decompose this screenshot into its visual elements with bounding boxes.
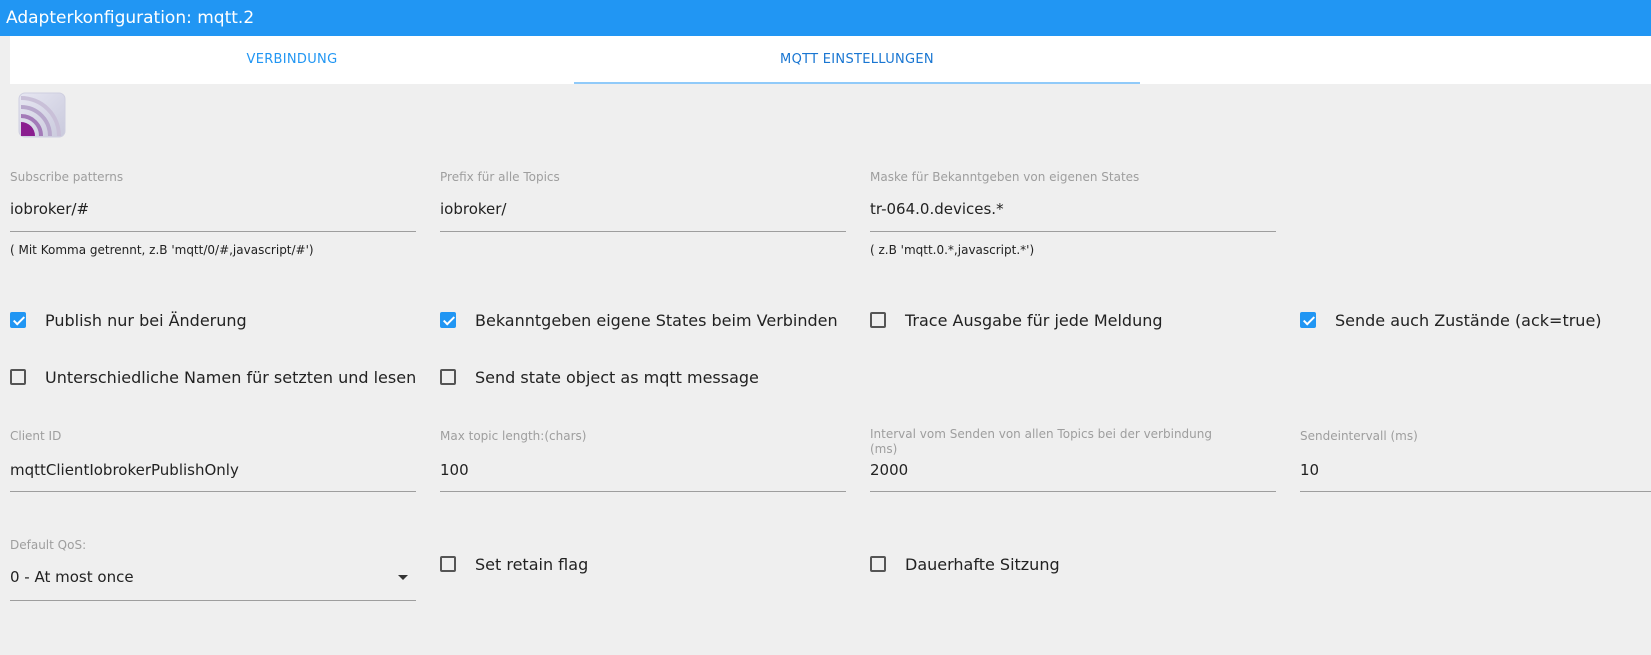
own-states-mask-input[interactable]: tr-064.0.devices.* <box>870 200 1004 218</box>
own-states-mask-help: ( z.B 'mqtt.0.*,javascript.*') <box>870 243 1035 257</box>
send-state-object-label: Send state object as mqtt message <box>475 368 759 387</box>
checkbox-unchecked-icon <box>440 369 456 385</box>
client-id-field: Client ID mqttClientIobrokerPublishOnly <box>10 429 416 494</box>
persistent-session-checkbox[interactable]: Dauerhafte Sitzung <box>870 555 1280 579</box>
topic-prefix-underline <box>440 231 846 232</box>
tab-mqtt-einstellungen[interactable]: MQTT EINSTELLUNGEN <box>574 36 1140 84</box>
client-id-label: Client ID <box>10 429 62 443</box>
publish-on-change-label: Publish nur bei Änderung <box>45 311 247 330</box>
announce-own-states-label: Bekanntgeben eigene States beim Verbinde… <box>475 311 838 330</box>
subscribe-patterns-help: ( Mit Komma getrennt, z.B 'mqtt/0/#,java… <box>10 243 314 257</box>
different-names-checkbox[interactable]: Unterschiedliche Namen für setzten und l… <box>10 368 430 392</box>
checkbox-unchecked-icon <box>870 556 886 572</box>
subscribe-patterns-underline <box>10 231 416 232</box>
topic-prefix-field: Prefix für alle Topics iobroker/ <box>440 170 846 260</box>
tab-verbindung[interactable]: VERBINDUNG <box>10 36 574 84</box>
client-id-input[interactable]: mqttClientIobrokerPublishOnly <box>10 461 239 479</box>
own-states-mask-field: Maske für Bekanntgeben von eigenen State… <box>870 170 1276 260</box>
retain-flag-label: Set retain flag <box>475 555 589 574</box>
persistent-session-label: Dauerhafte Sitzung <box>905 555 1060 574</box>
max-topic-length-input[interactable]: 100 <box>440 461 469 479</box>
send-ack-states-checkbox[interactable]: Sende auch Zustände (ack=true) <box>1300 311 1651 335</box>
send-interval-label: Sendeintervall (ms) <box>1300 429 1418 443</box>
interval-all-topics-underline <box>870 491 1276 492</box>
topic-prefix-input[interactable]: iobroker/ <box>440 200 506 218</box>
client-id-underline <box>10 491 416 492</box>
chevron-down-icon[interactable] <box>398 575 408 580</box>
retain-flag-checkbox[interactable]: Set retain flag <box>440 555 850 579</box>
default-qos-select[interactable]: 0 - At most once <box>10 568 134 586</box>
different-names-label: Unterschiedliche Namen für setzten und l… <box>45 368 417 387</box>
interval-all-topics-field: Interval vom Senden von allen Topics bei… <box>870 427 1276 494</box>
default-qos-underline <box>10 600 416 601</box>
max-topic-length-field: Max topic length:(chars) 100 <box>440 429 846 494</box>
tab-bar: VERBINDUNG MQTT EINSTELLUNGEN <box>10 36 1651 84</box>
own-states-mask-underline <box>870 231 1276 232</box>
window-title: Adapterkonfiguration: mqtt.2 <box>0 0 1651 36</box>
subscribe-patterns-label: Subscribe patterns <box>10 170 124 184</box>
own-states-mask-label: Maske für Bekanntgeben von eigenen State… <box>870 170 1140 184</box>
interval-all-topics-input[interactable]: 2000 <box>870 461 908 479</box>
trace-output-checkbox[interactable]: Trace Ausgabe für jede Meldung <box>870 311 1280 335</box>
send-interval-field: Sendeintervall (ms) 10 <box>1300 429 1651 494</box>
checkbox-unchecked-icon <box>870 312 886 328</box>
checkbox-unchecked-icon <box>440 556 456 572</box>
trace-output-label: Trace Ausgabe für jede Meldung <box>905 311 1163 330</box>
topic-prefix-label: Prefix für alle Topics <box>440 170 560 184</box>
active-tab-indicator <box>574 82 1140 84</box>
announce-own-states-checkbox[interactable]: Bekanntgeben eigene States beim Verbinde… <box>440 311 850 335</box>
publish-on-change-checkbox[interactable]: Publish nur bei Änderung <box>10 311 420 335</box>
interval-all-topics-label-line2: (ms) <box>870 442 898 456</box>
checkbox-checked-icon <box>440 312 456 328</box>
interval-all-topics-label-line1: Interval vom Senden von allen Topics bei… <box>870 427 1212 441</box>
max-topic-length-label: Max topic length:(chars) <box>440 429 587 443</box>
checkbox-checked-icon <box>10 312 26 328</box>
mqtt-logo-icon <box>18 92 66 138</box>
default-qos-field: Default QoS: 0 - At most once <box>10 538 416 603</box>
subscribe-patterns-input[interactable]: iobroker/# <box>10 200 89 218</box>
send-interval-input[interactable]: 10 <box>1300 461 1319 479</box>
max-topic-length-underline <box>440 491 846 492</box>
subscribe-patterns-field: Subscribe patterns iobroker/# ( Mit Komm… <box>10 170 416 260</box>
send-interval-underline <box>1300 491 1651 492</box>
checkbox-unchecked-icon <box>10 369 26 385</box>
send-state-object-checkbox[interactable]: Send state object as mqtt message <box>440 368 850 392</box>
checkbox-checked-icon <box>1300 312 1316 328</box>
send-ack-states-label: Sende auch Zustände (ack=true) <box>1335 311 1602 330</box>
default-qos-label: Default QoS: <box>10 538 87 552</box>
